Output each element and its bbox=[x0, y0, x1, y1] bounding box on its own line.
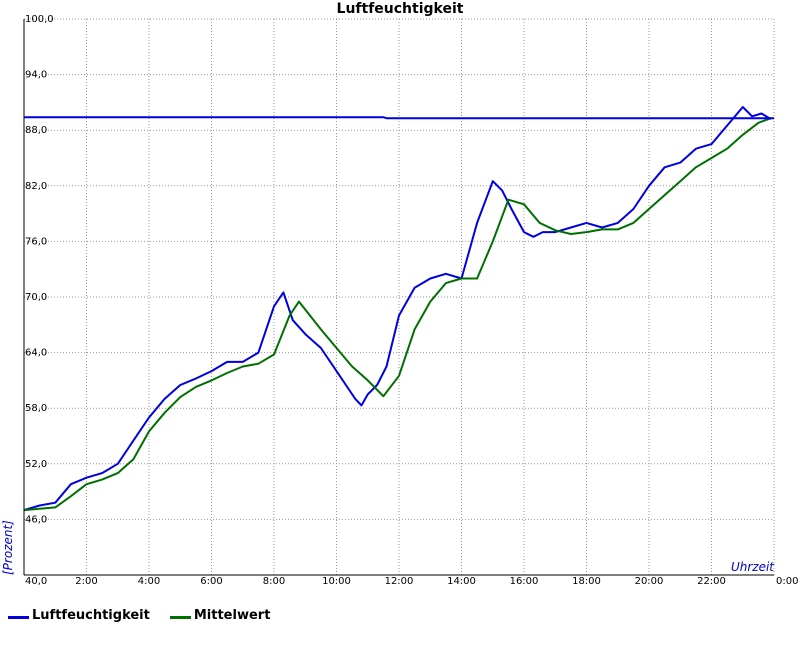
legend-label-average: Mittelwert bbox=[193, 608, 271, 623]
grid bbox=[24, 18, 775, 575]
legend-swatch-average bbox=[169, 616, 191, 619]
legend-item-humidity: Luftfeuchtigkeit bbox=[8, 608, 150, 623]
y-tick-label: 40,0 bbox=[25, 576, 47, 587]
y-tick-labels: 40,0 46,0 52,0 58,0 64,0 70,0 76,0 82,0 88,0 94,0… bbox=[25, 14, 54, 587]
series-line-reference bbox=[24, 116, 774, 120]
x-tick-label: 0:00 bbox=[776, 576, 798, 587]
chart-title: Luftfeuchtigkeit bbox=[337, 1, 464, 17]
y-tick-label: 52,0 bbox=[25, 459, 47, 470]
legend-item-average: Mittelwert bbox=[169, 608, 271, 623]
x-tick-label: 10:00 bbox=[322, 576, 351, 587]
legend-swatch-humidity bbox=[8, 616, 29, 619]
x-tick-label: 16:00 bbox=[510, 576, 539, 587]
x-tick-label: 4:00 bbox=[138, 576, 160, 587]
y-tick-label: 70,0 bbox=[25, 292, 47, 303]
y-tick-label: 46,0 bbox=[25, 514, 47, 525]
x-tick-label: 14:00 bbox=[447, 576, 476, 587]
y-tick-label: 94,0 bbox=[25, 70, 47, 81]
x-tick-label: 22:00 bbox=[697, 576, 726, 587]
y-tick-label: 64,0 bbox=[25, 348, 47, 359]
series-line-mittelwert bbox=[23, 117, 772, 512]
y-tick-label: 76,0 bbox=[25, 236, 47, 247]
legend: Luftfeuchtigkeit Mittelwert bbox=[8, 608, 290, 623]
x-tick-label: 2:00 bbox=[75, 576, 97, 587]
x-tick-label: 18:00 bbox=[572, 576, 601, 587]
y-tick-label: 88,0 bbox=[25, 125, 47, 136]
y-tick-label: 100,0 bbox=[25, 14, 54, 25]
x-tick-label: 6:00 bbox=[200, 576, 222, 587]
x-tick-labels: 2:00 4:00 6:00 8:00 10:00 12:00 14:00 16:00 18:0… bbox=[75, 576, 798, 587]
y-axis-label: [Prozent] bbox=[1, 520, 15, 575]
y-tick-label: 82,0 bbox=[25, 181, 47, 192]
x-tick-label: 20:00 bbox=[635, 576, 664, 587]
legend-label-humidity: Luftfeuchtigkeit bbox=[32, 608, 150, 623]
x-axis-label: Uhrzeit bbox=[731, 560, 775, 574]
x-tick-label: 12:00 bbox=[385, 576, 414, 587]
series-layer bbox=[23, 106, 774, 512]
y-tick-label: 58,0 bbox=[25, 403, 47, 414]
x-tick-label: 8:00 bbox=[263, 576, 285, 587]
humidity-chart: Luftfeuchtigkeit 40,0 46,0 52,0 58,0 64,0 70,… bbox=[1, 1, 798, 587]
series-line-luftfeuchtigkeit bbox=[23, 106, 772, 512]
